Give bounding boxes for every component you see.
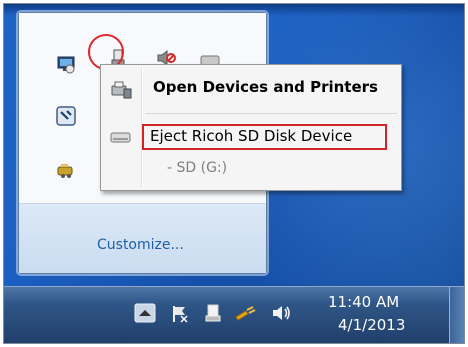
eject-drive-icon [110,132,131,143]
safely-remove-hardware-icon[interactable] [204,303,222,323]
show-hidden-icons-icon[interactable] [134,303,156,323]
network-monitor-icon[interactable] [55,53,77,75]
device-context-menu: Open Devices and Printers Eject Ricoh SD… [100,64,402,191]
clock-time[interactable]: 11:40 AM [328,293,399,311]
printer-key-icon[interactable] [55,159,77,181]
taskbar: 11:40 AM 4/1/2013 [4,286,464,343]
show-desktop-button[interactable] [449,287,464,343]
volume-icon[interactable] [270,303,292,323]
desktop: Customize... Open Devices and Printers E… [3,3,465,344]
menu-separator [145,113,397,114]
open-devices-printers-item[interactable]: Open Devices and Printers [153,78,378,96]
customize-link[interactable]: Customize... [97,237,184,253]
power-plug-icon[interactable] [234,305,256,323]
clock-date[interactable]: 4/1/2013 [338,316,405,334]
action-center-flag-icon[interactable] [170,304,190,324]
tool-icon[interactable] [55,105,77,127]
sd-drive-subitem: - SD (G:) [167,160,228,176]
devices-printers-icon [111,81,132,99]
annotation-highlight-box [142,124,387,150]
